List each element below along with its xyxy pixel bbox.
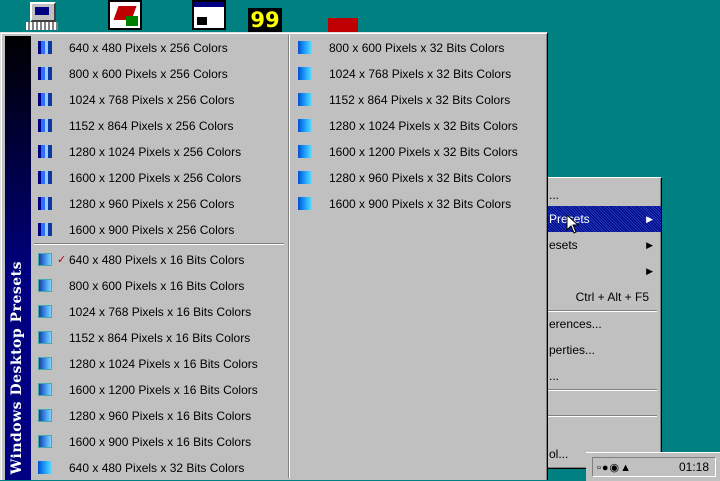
preset-label: 1280 x 1024 Pixels x 256 Colors bbox=[69, 145, 242, 159]
preset-label: 1600 x 1200 Pixels x 16 Bits Colors bbox=[69, 383, 258, 397]
preset-label: 1600 x 900 Pixels x 32 Bits Colors bbox=[329, 197, 512, 211]
red-app-icon[interactable] bbox=[328, 18, 358, 32]
preset-label: 1152 x 864 Pixels x 16 Bits Colors bbox=[69, 331, 251, 345]
preset-label: 640 x 480 Pixels x 16 Bits Colors bbox=[69, 253, 245, 267]
submenu-arrow-icon: ▶ bbox=[646, 214, 653, 224]
preset-label: 800 x 600 Pixels x 32 Bits Colors bbox=[329, 41, 505, 55]
preset-menu-item[interactable]: 1280 x 1024 Pixels x 256 Colors bbox=[32, 139, 286, 165]
menu-column-1: 640 x 480 Pixels x 256 Colors 800 x 600 P… bbox=[32, 35, 286, 481]
display-settings-icon bbox=[298, 41, 312, 54]
display-settings-icon bbox=[38, 171, 52, 184]
preset-menu-item[interactable]: 1024 x 768 Pixels x 16 Bits Colors bbox=[32, 299, 286, 325]
display-settings-icon bbox=[298, 197, 312, 210]
preset-menu-item[interactable]: 1024 x 768 Pixels x 256 Colors bbox=[32, 87, 286, 113]
menu-separator bbox=[34, 243, 284, 245]
preset-menu-item[interactable]: 800 x 600 Pixels x 16 Bits Colors bbox=[32, 273, 286, 299]
my-computer-icon[interactable] bbox=[26, 0, 58, 30]
preset-label: 640 x 480 Pixels x 32 Bits Colors bbox=[69, 461, 245, 475]
display-settings-icon bbox=[38, 461, 52, 474]
display-settings-icon bbox=[38, 197, 52, 210]
display-settings-icon bbox=[38, 305, 52, 318]
preset-menu-item[interactable]: 1600 x 900 Pixels x 32 Bits Colors bbox=[292, 191, 547, 217]
display-settings-icon bbox=[298, 67, 312, 80]
taskbar: ▫●◉▲ 01:18 bbox=[586, 452, 720, 481]
preset-label: 1024 x 768 Pixels x 256 Colors bbox=[69, 93, 235, 107]
clock[interactable]: 01:18 bbox=[679, 460, 709, 474]
document-icon[interactable] bbox=[108, 0, 142, 30]
arrow-cursor-icon bbox=[566, 214, 580, 234]
menu-column-2: 800 x 600 Pixels x 32 Bits Colors 1024 x … bbox=[292, 35, 547, 217]
preset-label: 1024 x 768 Pixels x 32 Bits Colors bbox=[329, 67, 512, 81]
display-settings-icon bbox=[38, 253, 52, 266]
preset-label: 1280 x 960 Pixels x 16 Bits Colors bbox=[69, 409, 252, 423]
preset-label: 1024 x 768 Pixels x 16 Bits Colors bbox=[69, 305, 252, 319]
display-settings-icon bbox=[38, 67, 52, 80]
preset-menu-item[interactable]: 1600 x 1200 Pixels x 32 Bits Colors bbox=[292, 139, 547, 165]
preset-menu-item[interactable]: 1600 x 900 Pixels x 256 Colors bbox=[32, 217, 286, 243]
window-icon[interactable] bbox=[192, 0, 226, 30]
display-settings-icon bbox=[298, 119, 312, 132]
preset-menu-item[interactable]: 1280 x 1024 Pixels x 16 Bits Colors bbox=[32, 351, 286, 377]
display-settings-icon bbox=[38, 93, 52, 106]
preset-menu-item[interactable]: 1152 x 864 Pixels x 16 Bits Colors bbox=[32, 325, 286, 351]
display-settings-icon bbox=[38, 435, 52, 448]
preset-menu-item[interactable]: 640 x 480 Pixels x 32 Bits Colors bbox=[32, 455, 286, 481]
preset-menu-item[interactable]: 1152 x 864 Pixels x 256 Colors bbox=[32, 113, 286, 139]
preset-label: 1600 x 900 Pixels x 256 Colors bbox=[69, 223, 235, 237]
menu-banner: Windows Desktop Presets bbox=[5, 36, 31, 480]
display-settings-icon bbox=[298, 171, 312, 184]
preset-label: 1600 x 900 Pixels x 16 Bits Colors bbox=[69, 435, 252, 449]
banner-title: Windows Desktop Presets bbox=[9, 260, 25, 474]
display-settings-icon bbox=[38, 223, 52, 236]
preset-label: 1280 x 960 Pixels x 256 Colors bbox=[69, 197, 235, 211]
display-settings-icon bbox=[38, 331, 52, 344]
display-settings-icon bbox=[38, 279, 52, 292]
preset-menu-item[interactable]: 800 x 600 Pixels x 256 Colors bbox=[32, 61, 286, 87]
preset-menu-item[interactable]: 800 x 600 Pixels x 32 Bits Colors bbox=[292, 35, 547, 61]
preset-label: 1280 x 1024 Pixels x 32 Bits Colors bbox=[329, 119, 518, 133]
preset-menu-item[interactable]: 1024 x 768 Pixels x 32 Bits Colors bbox=[292, 61, 547, 87]
preset-menu-item[interactable]: 1280 x 960 Pixels x 16 Bits Colors bbox=[32, 403, 286, 429]
system-tray: ▫●◉▲ 01:18 bbox=[592, 457, 716, 477]
submenu-arrow-icon: ▶ bbox=[646, 240, 653, 250]
yellow-99-icon[interactable]: 99 bbox=[248, 8, 282, 32]
column-separator bbox=[288, 35, 290, 478]
display-settings-icon bbox=[38, 119, 52, 132]
display-settings-icon bbox=[298, 93, 312, 106]
display-settings-icon bbox=[38, 357, 52, 370]
display-settings-icon bbox=[38, 41, 52, 54]
preset-label: 1600 x 1200 Pixels x 32 Bits Colors bbox=[329, 145, 518, 159]
context-separator bbox=[545, 389, 657, 391]
tray-icons[interactable]: ▫●◉▲ bbox=[597, 461, 632, 474]
context-separator bbox=[545, 415, 657, 417]
preset-label: 640 x 480 Pixels x 256 Colors bbox=[69, 41, 228, 55]
preset-label: 1600 x 1200 Pixels x 256 Colors bbox=[69, 171, 242, 185]
presets-menu: Windows Desktop Presets 640 x 480 Pixels… bbox=[0, 32, 548, 480]
preset-menu-item[interactable]: 1280 x 1024 Pixels x 32 Bits Colors bbox=[292, 113, 547, 139]
preset-menu-item[interactable]: 1600 x 900 Pixels x 16 Bits Colors bbox=[32, 429, 286, 455]
preset-menu-item[interactable]: 640 x 480 Pixels x 256 Colors bbox=[32, 35, 286, 61]
submenu-arrow-icon: ▶ bbox=[646, 266, 653, 276]
display-settings-icon bbox=[38, 383, 52, 396]
preset-label: 1280 x 1024 Pixels x 16 Bits Colors bbox=[69, 357, 258, 371]
preset-menu-item[interactable]: 1600 x 1200 Pixels x 256 Colors bbox=[32, 165, 286, 191]
preset-label: 800 x 600 Pixels x 16 Bits Colors bbox=[69, 279, 245, 293]
display-settings-icon bbox=[298, 145, 312, 158]
checkmark-icon: ✓ bbox=[57, 254, 67, 266]
preset-menu-item[interactable]: 1152 x 864 Pixels x 32 Bits Colors bbox=[292, 87, 547, 113]
preset-menu-item[interactable]: ✓ 640 x 480 Pixels x 16 Bits Colors bbox=[32, 247, 286, 273]
preset-menu-item[interactable]: 1280 x 960 Pixels x 32 Bits Colors bbox=[292, 165, 547, 191]
preset-label: 1280 x 960 Pixels x 32 Bits Colors bbox=[329, 171, 512, 185]
preset-menu-item[interactable]: 1280 x 960 Pixels x 256 Colors bbox=[32, 191, 286, 217]
preset-label: 1152 x 864 Pixels x 32 Bits Colors bbox=[329, 93, 511, 107]
display-settings-icon bbox=[38, 145, 52, 158]
display-settings-icon bbox=[38, 409, 52, 422]
preset-label: 800 x 600 Pixels x 256 Colors bbox=[69, 67, 228, 81]
preset-menu-item[interactable]: 1600 x 1200 Pixels x 16 Bits Colors bbox=[32, 377, 286, 403]
preset-label: 1152 x 864 Pixels x 256 Colors bbox=[69, 119, 234, 133]
